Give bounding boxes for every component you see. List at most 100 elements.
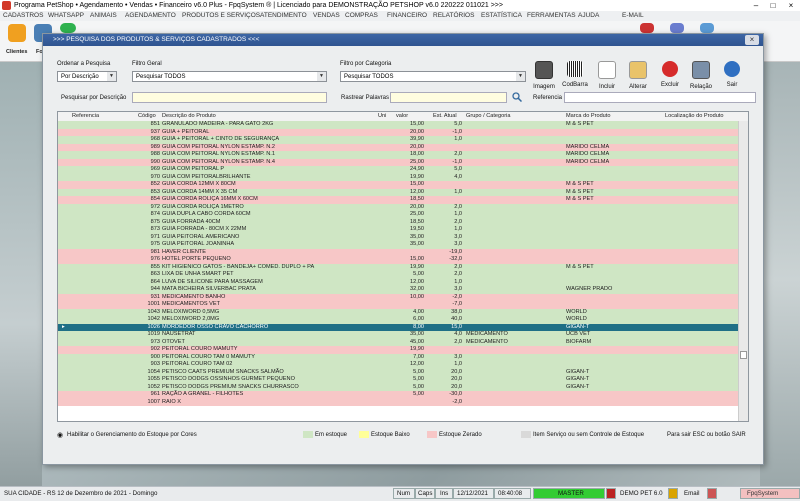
minimize-icon[interactable]: – <box>748 0 764 11</box>
menu-animais[interactable]: ANIMAIS <box>90 11 117 21</box>
cell-codigo: 1054 <box>147 368 160 375</box>
table-row[interactable]: 1052 PETISCO DODGS PREMIUM SNACKS CHURRAS… <box>58 383 738 391</box>
version-label: DEMO PET 6.0 <box>620 490 663 497</box>
table-row[interactable]: 1001 MEDICAMENTOS VET -7,0 <box>58 301 738 309</box>
col-descricao[interactable]: Descrição do Produto <box>162 112 216 121</box>
table-row[interactable]: 1054 PETISCO CAATS PREMIUM SNACKS SALMÃO 5… <box>58 368 738 376</box>
col-referencia[interactable]: Referencia <box>72 112 99 121</box>
menu-ajuda[interactable]: AJUDA <box>578 11 599 21</box>
cell-valor: 18,50 <box>410 218 424 225</box>
col-grupo[interactable]: Grupo / Categoria <box>466 112 510 121</box>
cell-valor: 5,00 <box>413 383 424 390</box>
menu-produtos[interactable]: PRODUTOS E SERVIÇOS <box>182 11 260 21</box>
col-localizacao[interactable]: Localização do Produto <box>665 112 723 121</box>
cell-marca: WORLD <box>566 308 587 315</box>
table-row[interactable]: 981 HAVER CLIENTE -19,0 <box>58 248 738 256</box>
table-row[interactable]: 900 PEITORAL COURO TAM 0 MAMUTY 7,00 3,0 <box>58 353 738 361</box>
col-uni[interactable]: Uni <box>378 112 386 121</box>
table-row[interactable]: ▸ 1026 MORDEDOR OSSO CRAVO CACHORRO 8,00 15,… <box>58 323 738 331</box>
cell-marca: GIGAN-T <box>566 376 590 382</box>
table-row[interactable]: 902 PEITORAL COURO MAMUTY 19,90 <box>58 346 738 354</box>
codbarra-button[interactable]: CodBarra <box>562 61 588 88</box>
descricao-search-input[interactable] <box>132 92 327 103</box>
relacao-button[interactable]: Relação <box>688 61 714 90</box>
menu-agendamento[interactable]: AGENDAMENTO <box>125 11 176 21</box>
incluir-button[interactable]: Incluir <box>594 61 620 90</box>
sair-button[interactable]: Sair <box>719 61 745 88</box>
menu-ferramentas[interactable]: FERRAMENTAS <box>527 11 576 21</box>
table-row[interactable]: 976 HOTEL PORTE PEQUENO 15,00 -32,0 <box>58 256 738 264</box>
table-row[interactable]: 855 KIT HIGIENICO GATOS - BANDEJA+ COMED.… <box>58 263 738 271</box>
table-row[interactable]: 937 GUIA + PEITORAL 20,00 -1,0 <box>58 128 738 136</box>
alterar-button[interactable]: Alterar <box>625 61 651 90</box>
table-row[interactable]: 851 GRANULADO MADEIRA - PARA GATO 2KG 15,0… <box>58 121 738 129</box>
clients-icon[interactable] <box>8 24 26 42</box>
table-row[interactable]: 874 GUIA DUPLA CABO CORDA 60CM 25,00 1,0 <box>58 211 738 219</box>
menu-whatsapp[interactable]: WHATSAPP <box>48 11 84 21</box>
menu-email[interactable]: E-MAIL <box>622 11 644 21</box>
menu-estatistica[interactable]: ESTATÍSTICA <box>481 11 522 21</box>
toolbar-globe-icon[interactable] <box>670 23 684 33</box>
table-row[interactable]: 988 GUIA COM PEITORAL NYLON ESTAMP. N.1 18… <box>58 151 738 159</box>
search-icon[interactable] <box>512 92 523 103</box>
cell-est-atual: 1,0 <box>454 136 462 142</box>
table-row[interactable]: 863 LIXA DE UNHA SMART PET 5,00 2,0 <box>58 271 738 279</box>
table-row[interactable]: 903 PEITORAL COURO TAM 02 12,00 1,0 <box>58 361 738 369</box>
scrollbar-thumb[interactable] <box>740 351 747 359</box>
table-row[interactable]: 968 GUIA + PEITORAL + CINTO DE SEGURANÇA 3… <box>58 136 738 144</box>
table-row[interactable]: 852 GUIA CORDA 12MM X 80CM 15,00 M & S PET <box>58 181 738 189</box>
whatsapp-icon[interactable] <box>60 23 76 33</box>
table-row[interactable]: 931 MEDICAMENTO BANHO 10,00 -2,0 <box>58 293 738 301</box>
table-row[interactable]: 970 GUIA COM PEITORALBRILHANTE 19,90 4,0 <box>58 173 738 181</box>
table-row[interactable]: 944 MATA BICHEIRA SILVERBAC PRATA 32,00 3,0… <box>58 286 738 294</box>
menu-atendimento[interactable]: ATENDIMENTO <box>260 11 307 21</box>
table-row[interactable]: 873 GUIA FORRADA - 80CM X 22MM 19,50 1,0 <box>58 226 738 234</box>
menu-financeiro[interactable]: FINANCEIRO <box>387 11 427 21</box>
col-marca[interactable]: Marca do Produto <box>566 112 610 121</box>
filtro-geral-select[interactable]: Pesquisar TODOS ▼ <box>132 71 327 82</box>
table-row[interactable]: 971 GUIA PEITORAL AMERICANO 35,00 3,0 <box>58 233 738 241</box>
rastrear-label: Rastrear Palavras <box>341 95 390 101</box>
imagem-button[interactable]: Imagem <box>531 61 557 90</box>
table-row[interactable]: 1043 MELOXIWORD 0,5MG 4,00 38,0 WORLD <box>58 308 738 316</box>
radio-icon[interactable]: ◉ <box>57 431 63 441</box>
table-row[interactable]: 853 GUIA CORDA 14MM X 35 CM 12,00 1,0 M & S … <box>58 188 738 196</box>
table-row[interactable]: 1055 PETISCO DODGS OSSINHOS GURMET PEQUEN… <box>58 376 738 384</box>
toolbar-tool-icon[interactable] <box>640 23 654 33</box>
col-est-atual[interactable]: Est. Atual <box>433 112 457 121</box>
table-row[interactable]: 990 GUIA COM PEITORAL NYLON ESTAMP. N.4 25… <box>58 158 738 166</box>
menu-cadastros[interactable]: CADASTROS <box>3 11 43 21</box>
vertical-scrollbar[interactable] <box>738 121 748 421</box>
toolbar-info-icon[interactable] <box>700 23 714 33</box>
table-row[interactable]: 864 LUVA DE SILICONE PARA MASSAGEM 12,00 1,… <box>58 278 738 286</box>
cell-descricao: GUIA CORDA 14MM X 35 CM <box>162 188 238 195</box>
cell-valor: 32,00 <box>410 286 424 292</box>
table-row[interactable]: 1042 MELOXIWORD 2,0MG 6,00 40,0 WORLD <box>58 316 738 324</box>
col-valor[interactable]: valor <box>396 112 408 121</box>
excluir-button[interactable]: Excluir <box>657 61 683 88</box>
referencia-input[interactable] <box>564 92 756 103</box>
menu-compras[interactable]: COMPRAS <box>345 11 378 21</box>
window-close-icon[interactable]: × <box>745 35 759 45</box>
menu-relatorios[interactable]: RELATÓRIOS <box>433 11 474 21</box>
email-label[interactable]: Email <box>684 489 699 499</box>
table-row[interactable]: 972 GUIA CORDA ROLIÇA 1METRO 20,00 2,0 <box>58 203 738 211</box>
table-row[interactable]: 973 OTOVET 45,00 2,0 MEDICAMENTO BIOFARM <box>58 338 738 346</box>
maximize-icon[interactable]: □ <box>765 0 781 11</box>
table-row[interactable]: 961 RAÇÃO A GRANEL - FILHOTES 5,00 -30,0 <box>58 391 738 399</box>
col-codigo[interactable]: Código <box>138 112 156 121</box>
table-row[interactable]: 854 GUIA CORDA ROLIÇA 16MM X 60CM 18,50 M &… <box>58 196 738 204</box>
table-row[interactable]: 1007 RAIO X -2,0 <box>58 398 738 406</box>
menu-vendas[interactable]: VENDAS <box>313 11 340 21</box>
cell-descricao: MORDEDOR OSSO CRAVO CACHORRO <box>162 323 269 330</box>
table-row[interactable]: 975 GUIA PEITORAL JOANINHA 35,00 3,0 <box>58 241 738 249</box>
email-icon[interactable] <box>668 488 678 499</box>
rastrear-input[interactable] <box>390 92 507 103</box>
ordenar-select[interactable]: Por Descrição ▼ <box>57 71 117 82</box>
filtro-categoria-select[interactable]: Pesquisar TODOS ▼ <box>340 71 526 82</box>
table-row[interactable]: 969 GUIA COM PEITORAL P 24,90 5,0 <box>58 166 738 174</box>
table-row[interactable]: 989 GUIA COM PEITORAL NYLON ESTAMP. N.2 20… <box>58 143 738 151</box>
table-row[interactable]: 1019 NAUSETRAT 35,00 4,0 MEDICAMENTO UCB VET <box>58 331 738 339</box>
table-row[interactable]: 875 GUIA FORRADA 40CM 18,50 2,0 <box>58 218 738 226</box>
close-icon[interactable]: × <box>783 0 799 11</box>
